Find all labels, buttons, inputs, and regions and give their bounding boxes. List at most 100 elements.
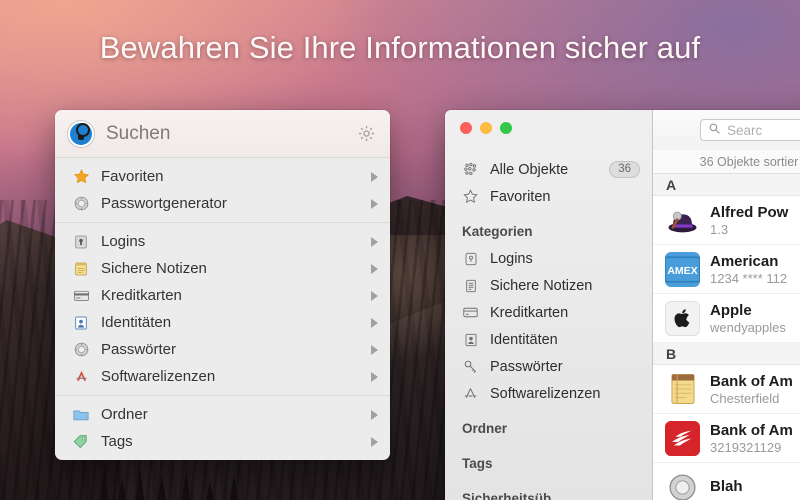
sidebar-item-passwoerter[interactable]: Passwörter — [445, 353, 652, 380]
sort-status-line: 36 Objekte sortier — [653, 150, 800, 174]
chevron-right-icon — [371, 345, 378, 355]
list-item-title: American — [710, 253, 787, 270]
list-item-text: Bank of Am 3219321129 — [710, 422, 793, 455]
gear-icon[interactable] — [357, 124, 376, 143]
minimize-button[interactable] — [480, 122, 492, 134]
mini-window: Suchen Favoriten — [55, 110, 390, 460]
bofa-icon — [665, 421, 700, 456]
sidebar-section-ordner: Ordner — [445, 407, 652, 442]
credit-card-icon — [72, 287, 90, 305]
mini-row-favoriten[interactable]: Favoriten — [55, 163, 390, 190]
mini-row-label: Sichere Notizen — [101, 260, 371, 277]
license-icon — [462, 385, 479, 402]
license-icon — [72, 368, 90, 386]
sidebar-item-label: Softwarelizenzen — [490, 386, 640, 402]
mini-row-label: Kreditkarten — [101, 287, 371, 304]
list-item-title: Bank of Am — [710, 422, 793, 439]
search-toolbar: Searc — [653, 110, 800, 150]
sidebar-item-softwarelizenzen[interactable]: Softwarelizenzen — [445, 380, 652, 407]
item-count-badge: 36 — [609, 161, 640, 178]
page-headline: Bewahren Sie Ihre Informationen sicher a… — [0, 30, 800, 66]
chevron-right-icon — [371, 291, 378, 301]
mini-row-label: Identitäten — [101, 314, 371, 331]
sidebar-section-kategorien: Kategorien — [445, 210, 652, 245]
key-icon — [462, 358, 479, 375]
list-item-text: Blah — [710, 478, 743, 496]
mini-group-favorites: Favoriten Passwortgenerator — [55, 158, 390, 222]
list-item[interactable]: AMEX American 1234 **** 112 — [653, 245, 800, 294]
list-item[interactable]: Alfred Pow 1.3 — [653, 196, 800, 245]
sidebar-item-kreditkarten[interactable]: Kreditkarten — [445, 299, 652, 326]
mini-group-categories: Logins Sichere Notizen — [55, 222, 390, 395]
chevron-right-icon — [371, 199, 378, 209]
sidebar-item-favoriten[interactable]: Favoriten — [445, 183, 652, 210]
search-input[interactable]: Searc — [700, 119, 800, 141]
mini-row-logins[interactable]: Logins — [55, 228, 390, 255]
mini-row-tags[interactable]: Tags — [55, 428, 390, 455]
sidebar-item-label: Kreditkarten — [490, 305, 640, 321]
maximize-button[interactable] — [500, 122, 512, 134]
sidebar-section-tags: Tags — [445, 442, 652, 477]
mini-window-header: Suchen — [55, 110, 390, 158]
sidebar-item-label: Passwörter — [490, 359, 640, 375]
list-item[interactable]: Apple wendyapples — [653, 294, 800, 343]
chevron-right-icon — [371, 410, 378, 420]
amex-card-icon: AMEX — [665, 252, 700, 287]
login-icon — [72, 233, 90, 251]
sidebar-item-sichere-notizen[interactable]: Sichere Notizen — [445, 272, 652, 299]
close-button[interactable] — [460, 122, 472, 134]
note-icon — [72, 260, 90, 278]
note-icon — [462, 277, 479, 294]
list-item-text: Apple wendyapples — [710, 302, 786, 335]
mini-row-passwortgenerator[interactable]: Passwortgenerator — [55, 190, 390, 217]
sidebar-item-label: Identitäten — [490, 332, 640, 348]
main-window: Alle Objekte 36 Favoriten Kategorien — [445, 110, 800, 500]
section-header-a: A — [653, 174, 800, 196]
folder-icon — [72, 406, 90, 424]
tag-icon — [72, 433, 90, 451]
list-item[interactable]: Blah — [653, 463, 800, 500]
star-icon — [72, 168, 90, 186]
list-item-text: Alfred Pow 1.3 — [710, 204, 788, 237]
mini-row-identitaeten[interactable]: Identitäten — [55, 309, 390, 336]
list-item-title: Bank of Am — [710, 373, 793, 390]
item-list-pane: Searc 36 Objekte sortier A Alfred Pow — [653, 110, 800, 500]
svg-text:AMEX: AMEX — [667, 264, 697, 276]
1password-logo-icon — [68, 121, 94, 147]
list-item-subtitle: wendyapples — [710, 320, 786, 335]
identity-icon — [462, 331, 479, 348]
mini-row-sichere-notizen[interactable]: Sichere Notizen — [55, 255, 390, 282]
list-item-title: Alfred Pow — [710, 204, 788, 221]
identity-icon — [72, 314, 90, 332]
dial-icon — [72, 341, 90, 359]
list-item[interactable]: Bank of Am 3219321129 — [653, 414, 800, 463]
mini-row-label: Ordner — [101, 406, 371, 423]
mini-group-organization: Ordner Tags — [55, 395, 390, 460]
sidebar-item-identitaeten[interactable]: Identitäten — [445, 326, 652, 353]
mini-window-title: Suchen — [106, 123, 170, 145]
sidebar-item-logins[interactable]: Logins — [445, 245, 652, 272]
mini-row-label: Passwortgenerator — [101, 195, 371, 212]
star-outline-icon — [462, 188, 479, 205]
mini-row-ordner[interactable]: Ordner — [55, 401, 390, 428]
mini-row-kreditkarten[interactable]: Kreditkarten — [55, 282, 390, 309]
credit-card-icon — [462, 304, 479, 321]
notepad-icon — [665, 372, 700, 407]
chevron-right-icon — [371, 237, 378, 247]
chevron-right-icon — [371, 264, 378, 274]
list-item[interactable]: Bank of Am Chesterfield — [653, 365, 800, 414]
section-header-b: B — [653, 343, 800, 365]
list-item-subtitle: Chesterfield — [710, 391, 793, 406]
apple-icon — [665, 301, 700, 336]
chevron-right-icon — [371, 372, 378, 382]
search-placeholder: Searc — [727, 123, 762, 138]
sidebar-item-label: Sichere Notizen — [490, 278, 640, 294]
mini-row-label: Favoriten — [101, 168, 371, 185]
sidebar-item-alle-objekte[interactable]: Alle Objekte 36 — [445, 156, 652, 183]
mini-row-label: Passwörter — [101, 341, 371, 358]
mini-row-softwarelizenzen[interactable]: Softwarelizenzen — [55, 363, 390, 390]
sidebar-section-sicherheitsueberpruefung: Sicherheitsüb... — [445, 477, 652, 500]
list-item-subtitle: 3219321129 — [710, 440, 793, 455]
mini-row-passwoerter[interactable]: Passwörter — [55, 336, 390, 363]
sidebar-item-label: Favoriten — [490, 189, 640, 205]
